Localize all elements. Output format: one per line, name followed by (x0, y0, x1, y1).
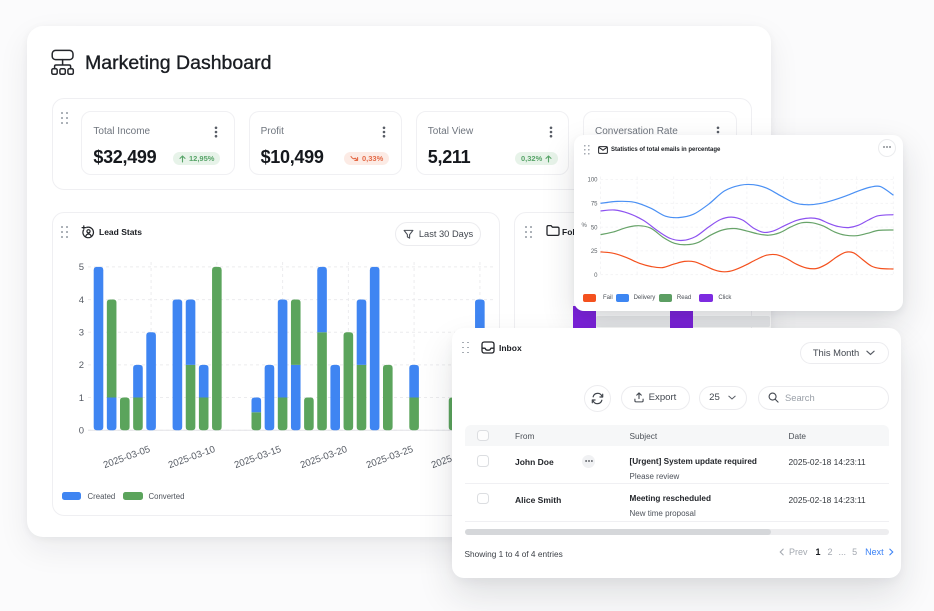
svg-text:4: 4 (79, 295, 84, 306)
svg-text:3: 3 (79, 328, 84, 339)
svg-text:1: 1 (79, 393, 84, 404)
svg-text:2: 2 (79, 360, 84, 371)
svg-text:0: 0 (594, 272, 598, 278)
svg-text:100: 100 (587, 177, 598, 183)
svg-text:50: 50 (590, 225, 597, 231)
svg-text:25: 25 (590, 249, 597, 255)
svg-text:75: 75 (590, 201, 597, 207)
svg-text:5: 5 (79, 262, 84, 273)
svg-text:0: 0 (79, 426, 84, 437)
